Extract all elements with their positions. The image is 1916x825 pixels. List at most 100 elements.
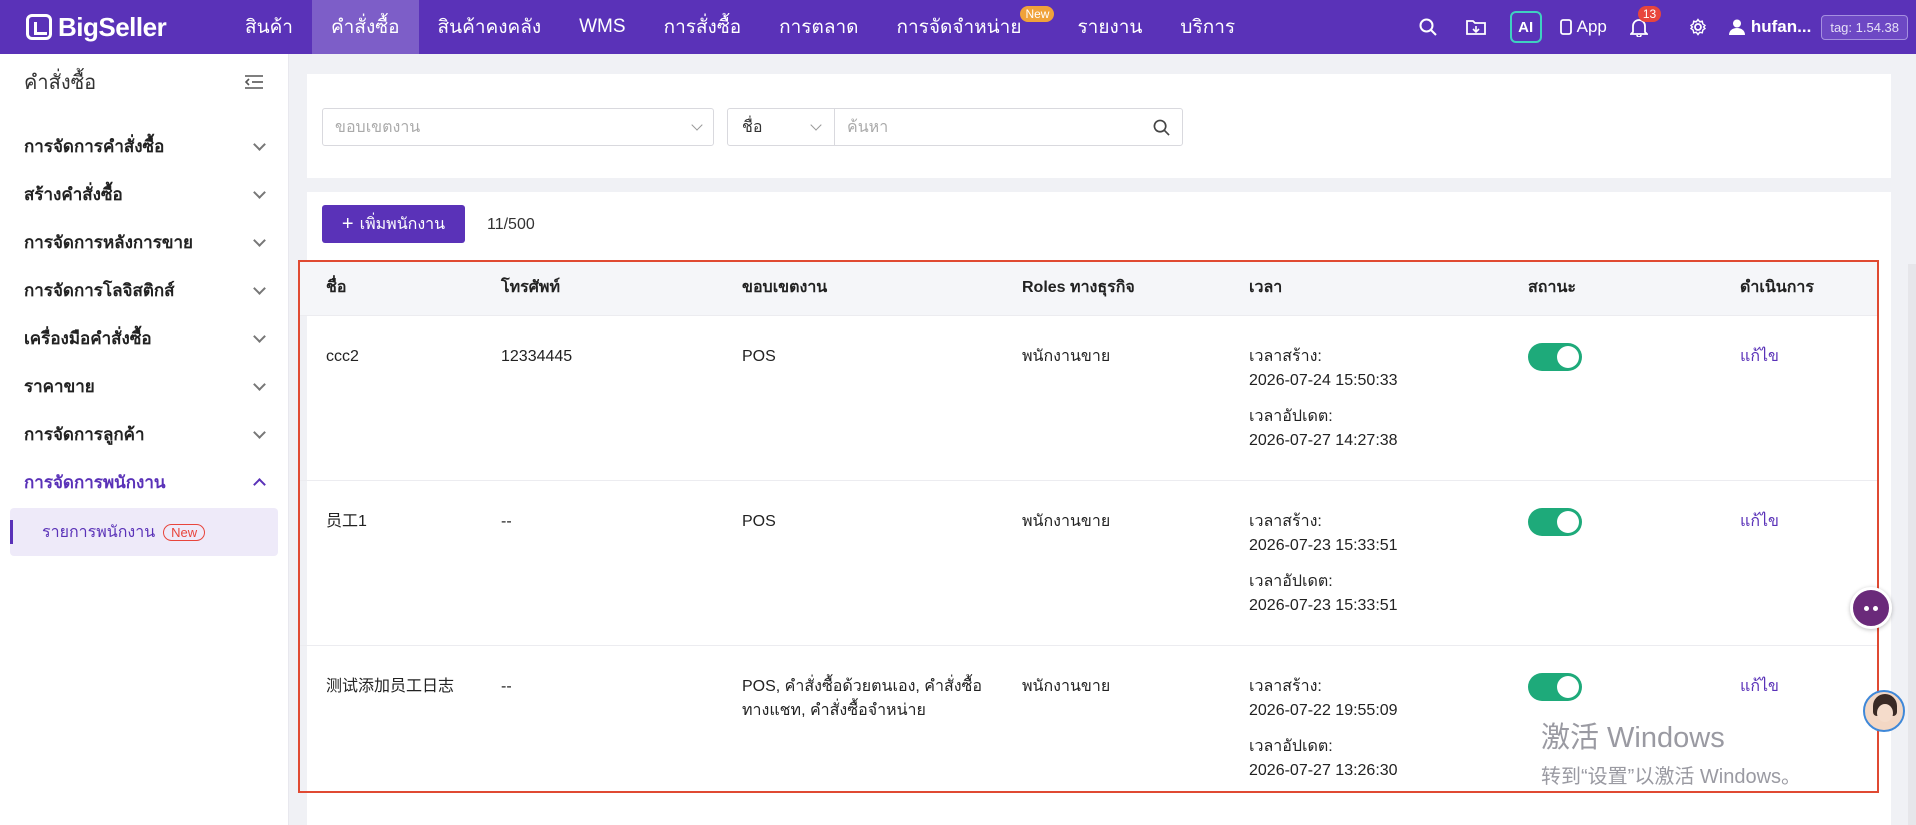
- watermark-line2: 转到“设置”以激活 Windows。: [1541, 766, 1802, 788]
- bell-icon[interactable]: 13: [1628, 6, 1662, 38]
- staff-role: พนักงานขาย: [1022, 513, 1111, 530]
- main-menu: สินค้า คำสั่งซื้อ สินค้าคงคลัง WMS การสั…: [226, 0, 1254, 54]
- sidebar-item-order-tools[interactable]: เครื่องมือคำสั่งซื้อ: [0, 314, 288, 362]
- ai-button[interactable]: AI: [1509, 11, 1542, 43]
- chevron-down-icon: [691, 119, 703, 131]
- gear-icon[interactable]: [1687, 16, 1709, 38]
- nav-item-wms[interactable]: WMS: [560, 0, 644, 54]
- staff-count: 11/500: [487, 216, 535, 233]
- nav-label: การสั่งซื้อ: [663, 17, 742, 38]
- add-staff-button[interactable]: + เพิ่มพนักงาน: [322, 205, 465, 243]
- staff-phone: --: [501, 513, 512, 530]
- search-group: ชื่อ ค้นหา: [727, 108, 1183, 146]
- sidebar-subitem-label: รายการพนักงาน: [42, 523, 156, 541]
- staff-scope: POS: [742, 348, 776, 365]
- staff-name: ccc2: [326, 348, 359, 365]
- sidebar-title: คำสั่งซื้อ: [24, 72, 97, 94]
- header-actions: ดำเนินการ: [1740, 278, 1814, 296]
- nav-item-purchase[interactable]: การสั่งซื้อ: [645, 0, 761, 54]
- nav-item-reports[interactable]: รายงาน: [1058, 0, 1161, 54]
- chat-dot: [1864, 605, 1869, 611]
- sidebar-subitem-staff-list[interactable]: รายการพนักงาน New: [10, 508, 278, 556]
- search-field-select[interactable]: ชื่อ: [728, 109, 835, 145]
- status-toggle[interactable]: [1528, 508, 1582, 536]
- nav-item-services[interactable]: บริการ: [1161, 0, 1254, 54]
- staff-time: เวลาสร้าง: 2026-07-22 19:55:09 เวลาอัปเด…: [1249, 646, 1528, 795]
- edit-link[interactable]: แก้ไข: [1740, 678, 1779, 695]
- search-placeholder: ค้นหา: [847, 118, 889, 136]
- staff-role: พนักงานขาย: [1022, 678, 1111, 695]
- user-name: hufan...: [1750, 17, 1812, 36]
- sidebar-item-label: เครื่องมือคำสั่งซื้อ: [24, 328, 152, 348]
- chevron-down-icon: [253, 137, 266, 151]
- header-status: สถานะ: [1528, 278, 1576, 296]
- chevron-up-icon: [253, 477, 266, 491]
- header-phone: โทรศัพท์: [501, 278, 560, 296]
- sidebar-item-label: ราคาขาย: [24, 376, 95, 396]
- scope-select[interactable]: ขอบเขตงาน: [322, 108, 714, 146]
- chat-bot-button[interactable]: [1850, 587, 1892, 629]
- sidebar-item-create-order[interactable]: สร้างคำสั่งซื้อ: [0, 170, 288, 218]
- staff-name: 测试添加员工日志: [326, 678, 455, 695]
- nav-item-orders[interactable]: คำสั่งซื้อ: [311, 0, 419, 54]
- app-button[interactable]: App: [1559, 17, 1607, 37]
- nav-item-products[interactable]: สินค้า: [226, 0, 312, 54]
- filter-panel: ขอบเขตงาน ชื่อ ค้นหา: [307, 74, 1891, 178]
- sidebar-item-label: การจัดการลูกค้า: [24, 424, 145, 444]
- updated-time: 2026-07-23 15:33:51: [1249, 597, 1398, 614]
- edit-link[interactable]: แก้ไข: [1740, 348, 1779, 365]
- sidebar-item-customers[interactable]: การจัดการลูกค้า: [0, 410, 288, 458]
- sidebar-item-after-sales[interactable]: การจัดการหลังการขาย: [0, 218, 288, 266]
- sidebar-item-order-management[interactable]: การจัดการคำสั่งซื้อ: [0, 122, 288, 170]
- user-menu[interactable]: hufan...: [1728, 17, 1811, 37]
- header-name: ชื่อ: [326, 278, 347, 296]
- search-icon[interactable]: [1417, 16, 1439, 38]
- scroll-thumb[interactable]: [1908, 264, 1916, 825]
- nav-item-distribution[interactable]: การจัดจำหน่าย New: [878, 0, 1055, 54]
- sidebar: คำสั่งซื้อ การจัดการคำสั่งซื้อ สร้างคำสั…: [0, 54, 289, 825]
- header-scope: ขอบเขตงาน: [742, 278, 828, 296]
- folder-download-icon[interactable]: [1465, 16, 1487, 38]
- search-field-value: ชื่อ: [742, 118, 763, 136]
- created-label: เวลาสร้าง:: [1249, 348, 1322, 365]
- page-scrollbar[interactable]: [1908, 54, 1916, 825]
- chevron-down-icon: [253, 185, 266, 199]
- table-row: 员工1 -- POS พนักงานขาย เวลาสร้าง: 2026-07…: [298, 480, 1878, 645]
- chevron-down-icon: [253, 329, 266, 343]
- new-badge: New: [1020, 6, 1055, 22]
- updated-label: เวลาอัปเดต:: [1249, 573, 1333, 590]
- sidebar-item-pricing[interactable]: ราคาขาย: [0, 362, 288, 410]
- nav-item-marketing[interactable]: การตลาด: [760, 0, 877, 54]
- collapse-sidebar-icon[interactable]: [244, 74, 264, 90]
- chevron-down-icon: [253, 233, 266, 247]
- updated-time: 2026-07-27 14:27:38: [1249, 432, 1398, 449]
- created-time: 2026-07-23 15:33:51: [1249, 537, 1398, 554]
- nav-right: AI App 13 hufan... tag: 1.54.38: [1404, 0, 1916, 54]
- actions-cell: แก้ไข: [1740, 316, 1878, 480]
- nav-label: การจัดจำหน่าย: [896, 17, 1022, 38]
- nav-label: WMS: [579, 16, 626, 37]
- nav-label: บริการ: [1180, 17, 1236, 38]
- sidebar-item-label: สร้างคำสั่งซื้อ: [24, 184, 123, 204]
- staff-scope: POS, คำสั่งซื้อด้วยตนเอง, คำสั่งซื้อทางแ…: [742, 678, 983, 719]
- scope-select-placeholder: ขอบเขตงาน: [335, 118, 421, 136]
- sidebar-item-logistics[interactable]: การจัดการโลจิสติกส์: [0, 266, 288, 314]
- support-avatar[interactable]: [1863, 690, 1905, 732]
- edit-link[interactable]: แก้ไข: [1740, 513, 1779, 530]
- windows-activation-watermark: 激活 Windows 转到“设置”以激活 Windows。: [1541, 714, 1801, 789]
- search-input[interactable]: ค้นหา: [835, 109, 1182, 145]
- nav-item-inventory[interactable]: สินค้าคงคลัง: [419, 0, 561, 54]
- created-label: เวลาสร้าง:: [1249, 513, 1322, 530]
- sidebar-item-staff-management[interactable]: การจัดการพนักงาน: [0, 458, 288, 506]
- chevron-down-icon: [253, 425, 266, 439]
- status-toggle[interactable]: [1528, 343, 1582, 371]
- sidebar-header: คำสั่งซื้อ: [0, 54, 288, 110]
- add-staff-label: เพิ่มพนักงาน: [359, 215, 446, 233]
- updated-label: เวลาอัปเดต:: [1249, 408, 1333, 425]
- logo[interactable]: BigSeller: [0, 12, 226, 43]
- status-cell: [1528, 316, 1740, 480]
- phone-icon: [1559, 19, 1572, 35]
- sidebar-item-label: การจัดการหลังการขาย: [24, 232, 193, 252]
- status-toggle[interactable]: [1528, 673, 1582, 701]
- search-icon[interactable]: [1153, 119, 1170, 136]
